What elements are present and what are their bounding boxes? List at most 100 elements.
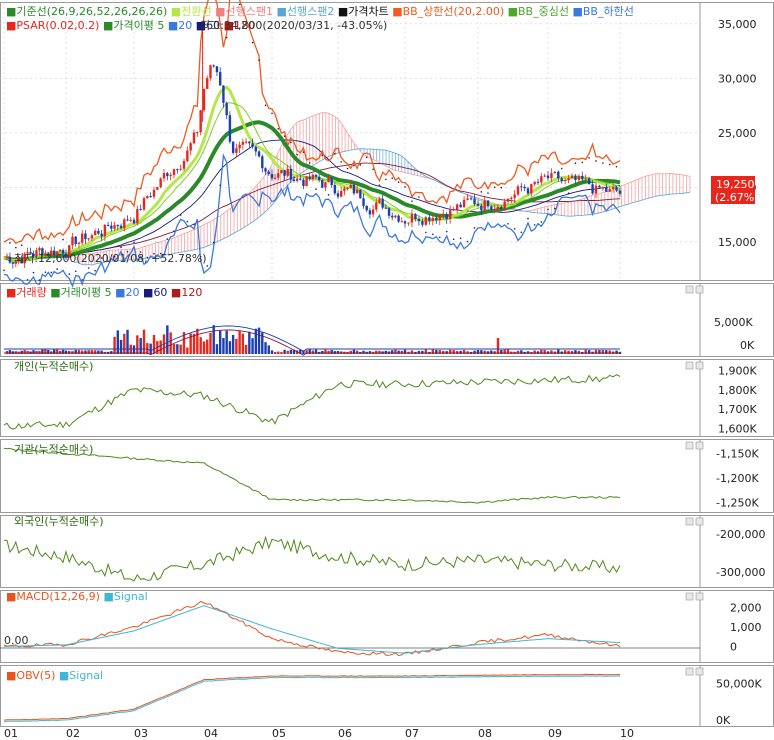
psar-dot — [94, 269, 96, 272]
candle-body — [493, 209, 496, 211]
psar-dot — [493, 186, 496, 189]
volume-bar — [169, 332, 172, 354]
volume-bar — [172, 344, 176, 354]
volume-bar — [159, 340, 162, 354]
candle-body — [172, 169, 176, 175]
x-tick-label: 03 — [134, 727, 148, 740]
candle-body — [196, 131, 199, 133]
psar-dot — [302, 151, 305, 153]
volume-bar — [84, 350, 87, 354]
legend-swatch: ■ — [140, 286, 154, 299]
candle-body — [261, 156, 264, 169]
psar-dot — [567, 192, 570, 194]
y-tick-label: -200,000 — [716, 528, 765, 541]
psar-dot — [212, 241, 215, 244]
psar-dot — [459, 237, 462, 240]
volume-bar — [176, 344, 179, 354]
panel-minimize-icon — [685, 592, 694, 601]
candle-body — [305, 176, 308, 187]
candle-body — [192, 132, 196, 144]
legend-swatch: ■ — [99, 19, 113, 32]
price-tick-label: 15,000 — [718, 236, 757, 249]
psar-dot — [68, 273, 71, 275]
candle-body — [359, 189, 362, 199]
candle-body — [199, 110, 202, 132]
candle-body — [5, 256, 9, 259]
candle-body — [228, 115, 232, 142]
candle-body — [231, 141, 235, 153]
candle-body — [244, 141, 248, 143]
y-tick-label: 50,000K — [716, 677, 762, 690]
psar-dot — [38, 279, 41, 281]
legend-swatch: ■ — [334, 5, 348, 18]
psar-dot — [404, 186, 406, 188]
volume-legend: ■거래량 ■거래이평 5 ■20 ■60 ■120 — [6, 286, 202, 299]
panel-frame-inst — [0, 439, 774, 513]
candle-body — [615, 187, 618, 191]
y-tick-label: 1,600K — [718, 422, 757, 435]
foreign-legend: 외국인(누적순매수) — [14, 515, 104, 528]
volume-bar — [149, 343, 152, 354]
candle-body — [352, 184, 356, 194]
psar-dot — [321, 154, 324, 157]
psar-dot — [554, 207, 556, 210]
candle-body — [513, 194, 516, 198]
current-price-label: 19,250 — [716, 178, 755, 191]
candle-body — [546, 175, 550, 179]
candle-body — [110, 225, 113, 229]
psar-dot — [179, 214, 182, 216]
psar-dot — [15, 246, 17, 249]
psar-dot — [527, 217, 529, 220]
candle-body — [510, 197, 513, 199]
legend-item: 거래이평 5 — [61, 286, 112, 299]
candle-body — [248, 141, 251, 144]
psar-dot — [418, 196, 420, 198]
candle-body — [169, 174, 172, 177]
psar-dot — [206, 265, 209, 267]
candle-body — [87, 238, 90, 240]
volume-bar — [264, 342, 267, 354]
volume-bar — [378, 350, 381, 354]
volume-bar — [490, 350, 493, 354]
volume-bar — [608, 350, 611, 354]
psar-dot — [547, 208, 549, 211]
volume-bar — [126, 329, 129, 354]
psar-dot — [480, 191, 483, 193]
panel-minimize-icon — [685, 517, 694, 526]
volume-bar — [58, 350, 62, 354]
volume-bar — [421, 350, 424, 354]
candle-body — [591, 184, 594, 194]
candle-body — [469, 198, 473, 200]
volume-bar — [113, 336, 116, 354]
volume-bar — [100, 350, 103, 354]
candle-body — [618, 190, 622, 194]
candle-body — [577, 175, 581, 180]
stock-chart-window: 35,00030,00025,00020,00015,000 ■기준선(26,9… — [0, 0, 774, 740]
volume-bar — [231, 334, 235, 354]
candle-body — [486, 200, 490, 207]
volume-bar — [442, 350, 445, 354]
legend-swatch: ■ — [167, 5, 181, 18]
volume-bar — [483, 350, 486, 354]
panel-minimize-icon — [685, 667, 694, 676]
psar-dot — [62, 238, 64, 241]
legend-swatch: ■ — [273, 5, 287, 18]
candle-body — [355, 189, 359, 194]
candle-body — [302, 179, 305, 187]
candle-body — [129, 219, 132, 221]
psar-dot — [500, 186, 503, 189]
candle-body — [598, 185, 601, 188]
psar-dot — [225, 36, 228, 39]
candle-body — [123, 219, 126, 229]
current-change-label: (2.67%) — [715, 191, 759, 204]
candle-body — [375, 202, 378, 210]
psar-dot — [277, 128, 280, 130]
candle-body — [466, 198, 469, 200]
candle-body — [38, 248, 41, 251]
candle-body — [215, 66, 219, 73]
candle-body — [452, 209, 455, 211]
volume-bar — [228, 341, 232, 354]
candle-body — [611, 187, 615, 190]
candle-body — [400, 221, 404, 223]
volume-bar — [270, 350, 274, 354]
